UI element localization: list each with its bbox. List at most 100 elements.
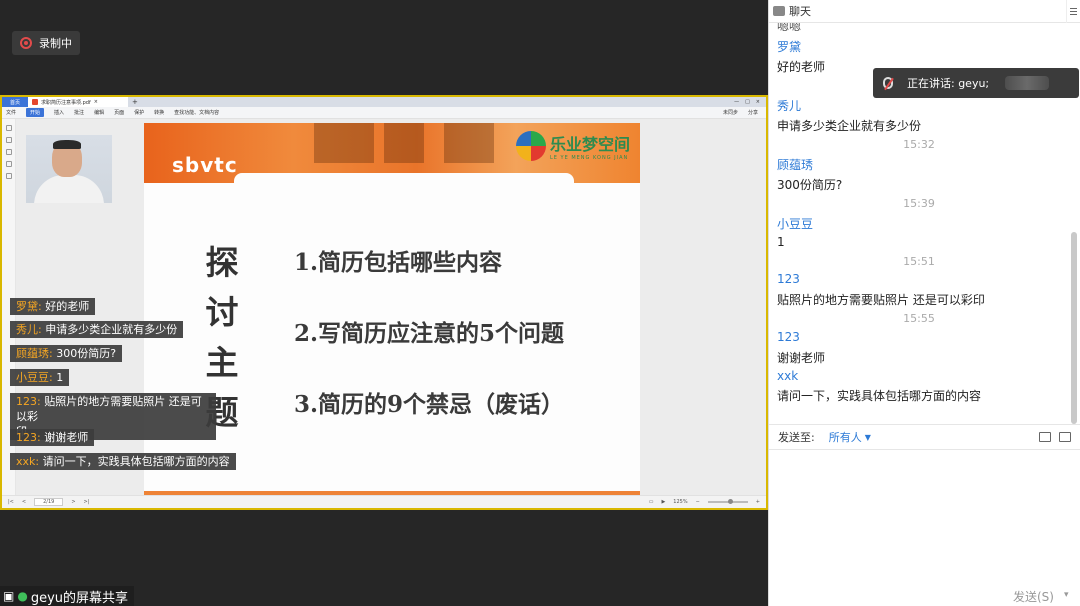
screenshot-icon[interactable] xyxy=(1059,432,1071,442)
brand-name-cn: 乐业梦空间 xyxy=(550,135,631,154)
nav-last-icon[interactable]: >| xyxy=(84,499,90,505)
overlay-message: 秀儿: 申请多少类企业就有多少份 xyxy=(10,321,184,338)
chat-sender: xxk xyxy=(777,369,799,383)
speaking-label: 正在讲话: geyu; xyxy=(907,77,990,90)
bookmark-icon[interactable] xyxy=(5,125,12,131)
wps-menu-file[interactable]: 文件 xyxy=(6,109,16,116)
pdf-icon xyxy=(32,99,38,105)
brand-logo: 乐业梦空间 LE YE MENG KONG JIAN xyxy=(516,131,630,161)
view-mode-icon[interactable]: ▭ xyxy=(649,499,654,505)
wps-sync-status[interactable]: 未同步 xyxy=(723,109,738,116)
comment-icon[interactable] xyxy=(5,149,12,155)
wps-doc-tab[interactable]: 求职简历注意事项.pdf × xyxy=(28,97,128,107)
wps-menu-edit[interactable]: 编辑 xyxy=(94,109,104,116)
mic-icon: ● xyxy=(17,589,28,603)
window-min-icon[interactable]: — xyxy=(734,99,739,105)
meeting-stage: 录制中 首页 求职简历注意事项.pdf × + — □ × 文件 开始 插入 批… xyxy=(0,0,768,606)
chat-scrollbar[interactable] xyxy=(1071,232,1077,424)
mic-muted-icon xyxy=(883,77,893,89)
wps-home-tab[interactable]: 首页 xyxy=(2,97,28,107)
speaker-video[interactable] xyxy=(26,135,112,203)
chat-timestamp: 15:55 xyxy=(903,312,935,325)
chat-sender: 123 xyxy=(777,272,800,286)
folder-icon[interactable] xyxy=(1039,432,1051,442)
chat-message-text: 谢谢老师 xyxy=(777,351,826,365)
recording-indicator[interactable]: 录制中 xyxy=(12,31,80,55)
sbvtc-logo: sbvtc xyxy=(172,153,238,177)
page-indicator[interactable]: 2/19 xyxy=(34,498,64,506)
chat-message-text: 300份简历? xyxy=(777,178,843,192)
wps-search[interactable]: 查找功能、文档内容 xyxy=(174,109,219,116)
chat-message-text: 申请多少类企业就有多少份 xyxy=(777,119,922,133)
chat-message-text: 请问一下，实践具体包括哪方面的内容 xyxy=(777,389,982,403)
overlay-message: xxk: 请问一下，实践具体包括哪方面的内容 xyxy=(10,453,236,470)
slide-point-2: 2.写简历应注意的5个问题 xyxy=(294,320,565,347)
chat-menu-icon[interactable] xyxy=(1066,0,1080,23)
wps-menu-annotate[interactable]: 批注 xyxy=(74,109,84,116)
send-to-label: 发送至: xyxy=(778,431,815,444)
window-close-icon[interactable]: × xyxy=(756,99,760,105)
nav-next-icon[interactable]: > xyxy=(71,499,75,505)
nav-first-icon[interactable]: |< xyxy=(8,499,14,505)
speaking-toast: 正在讲话: geyu; xyxy=(873,68,1079,98)
tab-close-icon[interactable]: × xyxy=(94,99,98,105)
attachment-icon[interactable] xyxy=(5,161,12,167)
slide-point-3: 3.简历的9个禁忌（废话） xyxy=(294,391,565,418)
chat-sender: 秀儿 xyxy=(777,99,802,113)
chat-timestamp: 15:39 xyxy=(903,197,935,210)
overlay-message: 顾蕴琇: 300份简历? xyxy=(10,345,123,362)
nav-prev-icon[interactable]: < xyxy=(22,499,26,505)
send-to-select[interactable]: 所有人 xyxy=(829,429,862,445)
shared-screen: 首页 求职简历注意事项.pdf × + — □ × 文件 开始 插入 批注 编辑… xyxy=(0,95,768,510)
zoom-level[interactable]: 125% xyxy=(673,499,687,505)
new-tab-icon[interactable]: + xyxy=(132,98,138,106)
wps-toolbar: 文件 开始 插入 批注 编辑 页面 保护 转换 查找功能、文档内容 未同步 分享 xyxy=(2,107,766,119)
chat-sender: 顾蕴琇 xyxy=(777,158,814,172)
recording-label: 录制中 xyxy=(39,37,72,50)
send-button[interactable]: 发送(S) xyxy=(1013,588,1054,605)
brand-name-en: LE YE MENG KONG JIAN xyxy=(550,155,629,161)
wps-share[interactable]: 分享 xyxy=(748,109,758,116)
chat-message-partial: 嗯嗯 xyxy=(777,23,802,33)
wps-menu-convert[interactable]: 转换 xyxy=(154,109,164,116)
chevron-down-icon[interactable]: ▼ xyxy=(865,433,871,442)
brand-logo-icon xyxy=(516,131,546,161)
chat-input[interactable] xyxy=(769,450,1080,582)
screen-share-text: geyu的屏幕共享 xyxy=(30,590,129,606)
play-icon[interactable]: ▶ xyxy=(661,499,665,505)
wps-tab-bar: 首页 求职简历注意事项.pdf × + — □ × xyxy=(2,97,766,107)
wps-doc-tab-label: 求职简历注意事项.pdf xyxy=(41,99,91,106)
wps-menu-start[interactable]: 开始 xyxy=(26,108,45,117)
window-max-icon[interactable]: □ xyxy=(745,99,750,105)
chat-sender: 小豆豆 xyxy=(777,217,814,231)
zoom-in-icon[interactable]: + xyxy=(756,499,760,505)
slide-point-1: 1.简历包括哪些内容 xyxy=(294,249,503,276)
chat-timestamp: 15:32 xyxy=(903,138,935,151)
wps-menu-page[interactable]: 页面 xyxy=(114,109,124,116)
wps-status-bar: |< < 2/19 > >| ▭ ▶ 125% − + xyxy=(2,495,766,508)
signature-icon[interactable] xyxy=(5,173,12,179)
overlay-message: 罗黛: 好的老师 xyxy=(10,298,96,315)
thumbnail-icon[interactable] xyxy=(5,137,12,143)
send-options-icon[interactable]: ▾ xyxy=(1064,590,1069,600)
zoom-slider[interactable] xyxy=(707,499,748,504)
chat-sender: 123 xyxy=(777,330,800,344)
chat-message-text: 好的老师 xyxy=(777,60,826,74)
chat-icon xyxy=(773,6,785,16)
send-to-bar: 发送至: 所有人 ▼ xyxy=(769,424,1080,450)
chat-header: 聊天 xyxy=(769,0,1080,23)
chat-message-text: 贴照片的地方需要贴照片 还是可以彩印 xyxy=(777,293,985,307)
overlay-message: 123: 谢谢老师 xyxy=(10,429,95,446)
screen-share-icon: ▣ xyxy=(3,589,15,603)
chat-timestamp: 15:51 xyxy=(903,255,935,268)
record-icon xyxy=(20,37,32,49)
wps-menu-insert[interactable]: 插入 xyxy=(54,109,64,116)
chat-message-text: 1 xyxy=(777,235,785,249)
chat-title: 聊天 xyxy=(789,5,811,18)
overlay-message: 小豆豆: 1 xyxy=(10,369,70,386)
zoom-out-icon[interactable]: − xyxy=(696,499,700,505)
wps-menu-protect[interactable]: 保护 xyxy=(134,109,144,116)
screen-share-label: ▣ ● geyu的屏幕共享 xyxy=(0,586,135,606)
slide-page: sbvtc 乐业梦空间 LE YE MENG KONG JIAN 探 讨 主 题… xyxy=(144,123,640,495)
avatar-blur xyxy=(1005,76,1050,90)
